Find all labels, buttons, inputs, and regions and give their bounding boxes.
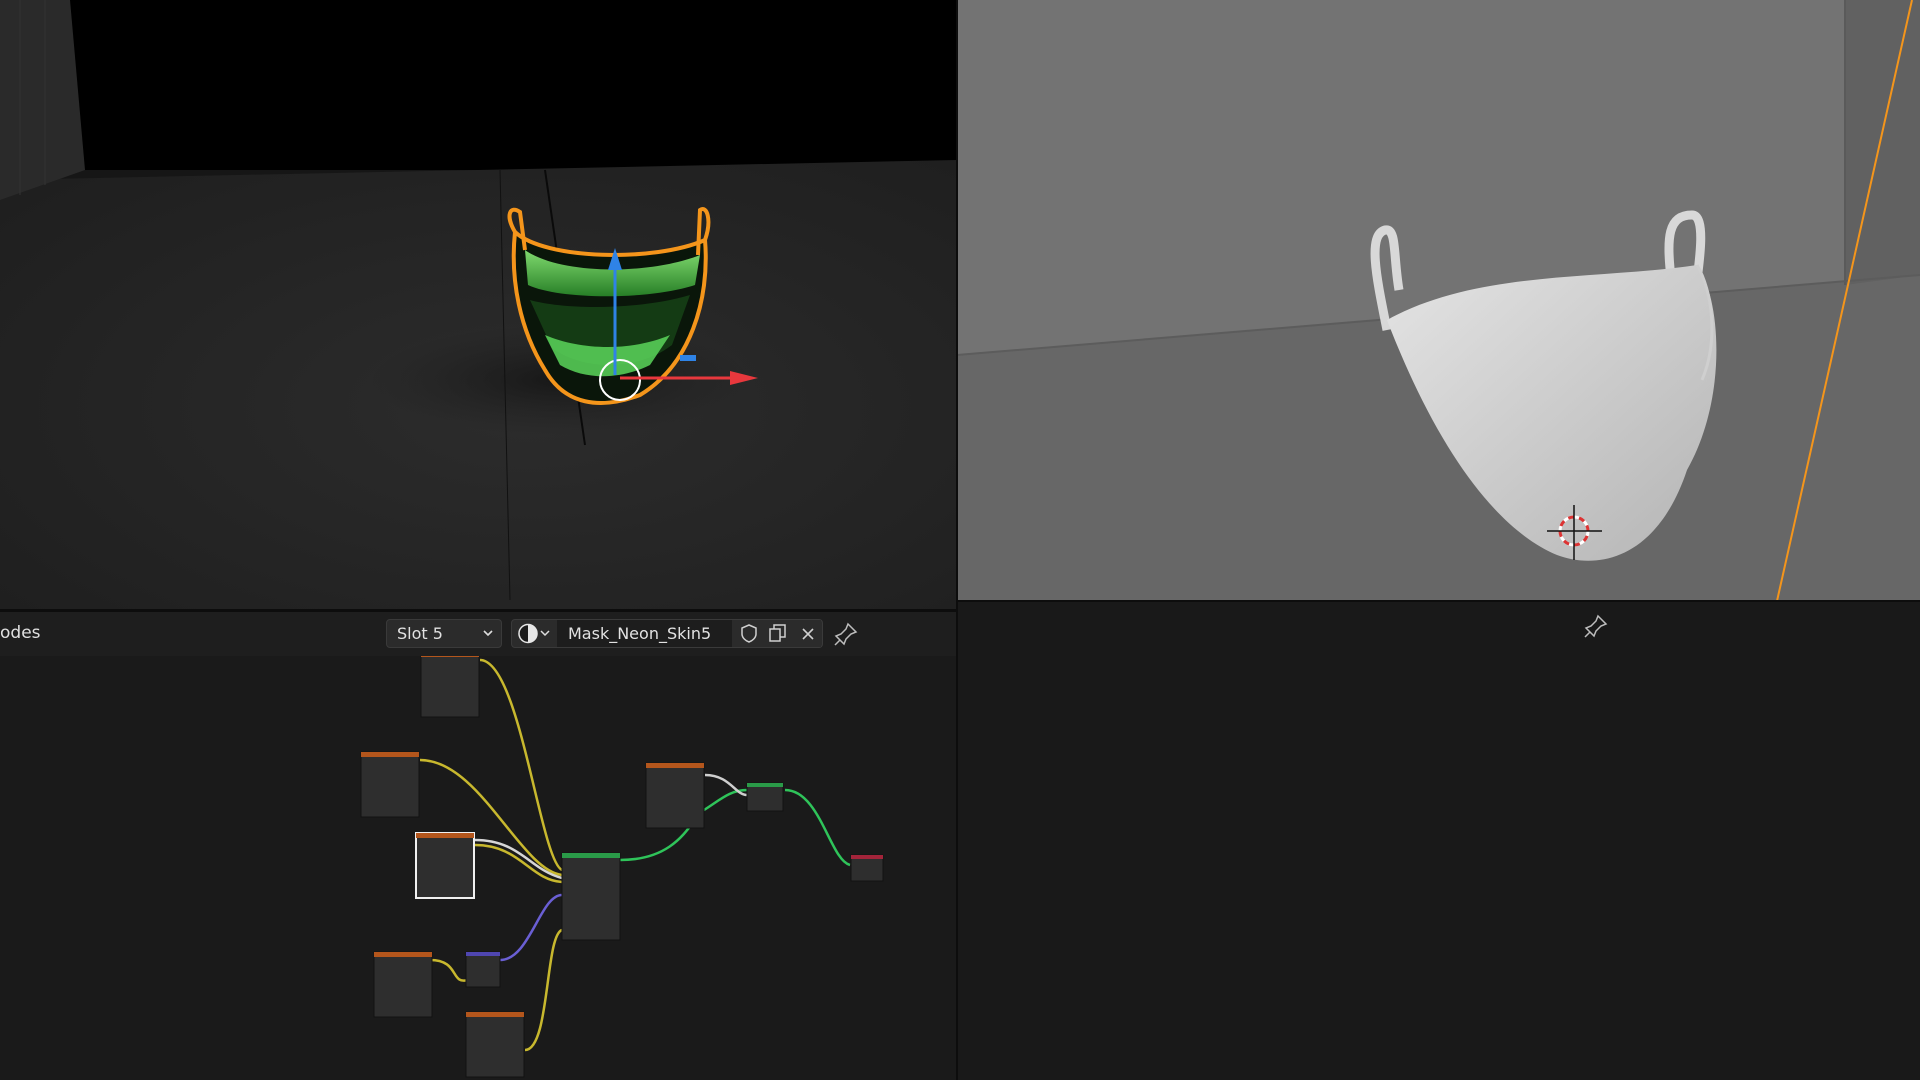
node-normal-map[interactable] [465, 951, 501, 988]
node-material-output[interactable] [850, 854, 884, 882]
node-graph[interactable] [0, 611, 957, 1080]
node-image-texture-5[interactable] [465, 1011, 525, 1078]
fake-user-button[interactable] [736, 620, 762, 647]
viewport-solid-canvas [957, 0, 1920, 601]
duplicate-material-button[interactable] [765, 620, 791, 647]
copy-icon [769, 624, 786, 642]
close-icon [802, 628, 814, 640]
area-divider-vertical[interactable] [956, 0, 958, 1080]
material-sphere-icon [518, 623, 550, 644]
shield-icon [741, 624, 757, 643]
material-name-field[interactable]: Mask_Neon_Skin5 [557, 620, 732, 647]
material-browse-button[interactable] [516, 622, 554, 645]
viewport-solid[interactable] [957, 0, 1920, 601]
node-principled-bsdf[interactable] [561, 852, 621, 941]
node-image-texture-selected[interactable] [415, 832, 475, 899]
node-image-texture-2[interactable] [360, 751, 420, 818]
node-image-texture-1[interactable] [420, 651, 480, 718]
secondary-editor-area[interactable] [957, 601, 1920, 1080]
pin-icon [834, 622, 858, 646]
slot-label: Slot 5 [397, 624, 443, 643]
pin-button[interactable] [832, 620, 860, 648]
node-image-texture-4[interactable] [373, 951, 433, 1018]
viewport-rendered[interactable] [0, 0, 957, 609]
area-divider-horizontal-left[interactable] [0, 609, 957, 612]
slot-dropdown[interactable]: Slot 5 [386, 619, 502, 648]
node-image-texture-3[interactable] [645, 762, 705, 829]
unlink-material-button[interactable] [795, 620, 821, 647]
editor-type-label[interactable]: odes [0, 623, 41, 643]
area-divider-horizontal-right[interactable] [958, 600, 1920, 602]
viewport-render-canvas [0, 0, 957, 609]
pin-button-right[interactable] [1582, 612, 1610, 640]
pin-icon [1584, 614, 1608, 638]
shader-node-editor[interactable] [0, 611, 957, 1080]
chevron-down-icon [483, 630, 493, 637]
node-mix-shader[interactable] [746, 782, 784, 812]
